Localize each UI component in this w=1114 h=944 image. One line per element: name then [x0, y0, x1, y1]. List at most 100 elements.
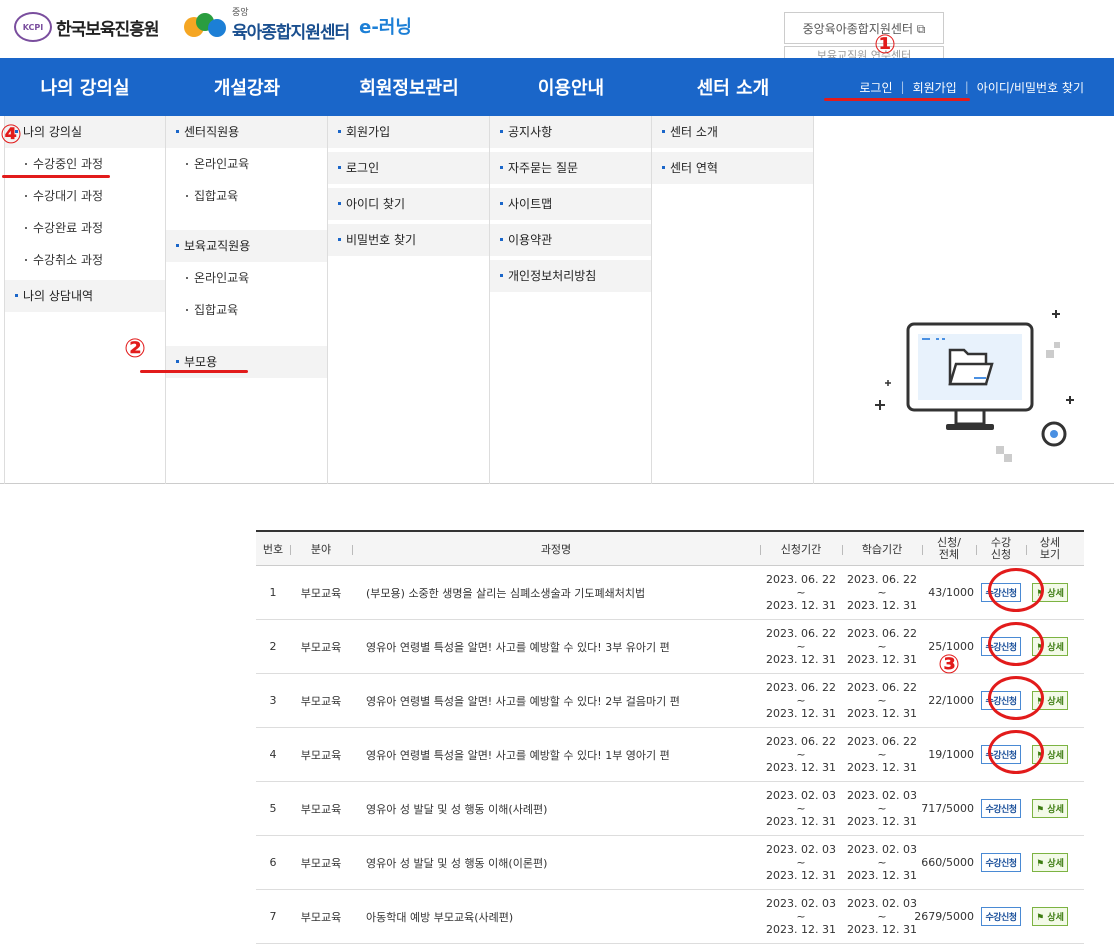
study-start: 2023. 06. 22 — [847, 627, 917, 640]
menu-center-history[interactable]: 센터 연혁 — [652, 152, 813, 184]
period-tilde: ~ — [877, 586, 887, 599]
row-field: 부모교육 — [300, 640, 342, 654]
row-title[interactable]: 영유아 연령별 특성을 알면! 사고를 예방할 수 있다! 2부 걸음마기 편 — [352, 674, 760, 727]
nav-member-info[interactable]: 회원정보관리 — [328, 58, 490, 116]
study-end: 2023. 12. 31 — [847, 653, 917, 666]
menu-find-pw[interactable]: 비밀번호 찾기 — [328, 224, 489, 256]
center-site-link[interactable]: 중앙육아종합지원센터 ⧉ — [784, 12, 944, 44]
auth-links: 로그인 | 회원가입 | 아이디/비밀번호 찾기 — [859, 58, 1084, 116]
apply-start: 2023. 02. 03 — [766, 897, 836, 910]
menu-cancelled[interactable]: 수강취소 과정 — [5, 244, 165, 276]
study-start: 2023. 02. 03 — [847, 789, 917, 802]
row-study-period: 2023. 06. 22 ~2023. 12. 31 — [842, 620, 922, 673]
login-link[interactable]: 로그인 — [859, 79, 892, 96]
detail-label: 상세 — [1047, 643, 1064, 653]
study-start: 2023. 02. 03 — [847, 843, 917, 856]
kcpi-logo-text: 한국보육진흥원 — [56, 19, 159, 40]
center-logo[interactable]: 중앙 육아종합지원센터 e-러닝 — [184, 8, 412, 43]
apply-end: 2023. 12. 31 — [766, 599, 836, 612]
link-separator: | — [964, 80, 969, 94]
row-study-period: 2023. 02. 03 ~2023. 12. 31 — [842, 890, 922, 943]
row-no: 7 — [269, 910, 277, 923]
apply-end: 2023. 12. 31 — [766, 923, 836, 936]
menu-center-about[interactable]: 센터 소개 — [652, 116, 813, 148]
row-count: 19/1000 — [928, 748, 974, 761]
apply-button[interactable]: 수강신청 — [981, 853, 1021, 872]
menu-childcare-staff[interactable]: 보육교직원용 — [166, 230, 327, 262]
apply-start: 2023. 06. 22 — [766, 681, 836, 694]
th-no: 번호 — [262, 542, 284, 556]
th-apply-period: 신청기간 — [760, 532, 842, 565]
row-title[interactable]: 영유아 연령별 특성을 알면! 사고를 예방할 수 있다! 3부 유아기 편 — [352, 620, 760, 673]
period-tilde: ~ — [877, 910, 887, 923]
period-tilde: ~ — [796, 802, 806, 815]
row-field: 부모교육 — [300, 748, 342, 762]
table-row: 5 부모교육 영유아 성 발달 및 성 행동 이해(사례편) 2023. 02. 03… — [256, 782, 1084, 836]
detail-label: 상세 — [1047, 751, 1064, 761]
kcpi-logo[interactable]: KCPI 한국보육진흥원 — [14, 12, 159, 42]
row-field: 부모교육 — [300, 802, 342, 816]
menu-staff-online[interactable]: 온라인교육 — [166, 148, 327, 180]
menu-childcare-online[interactable]: 온라인교육 — [166, 262, 327, 294]
nav-my-classroom[interactable]: 나의 강의실 — [0, 58, 170, 116]
menu-waiting[interactable]: 수강대기 과정 — [5, 180, 165, 212]
annotation-ring-row4 — [988, 730, 1044, 774]
row-detail-cell: ⚑ 상세 — [1026, 890, 1074, 943]
menu-childcare-group[interactable]: 집합교육 — [166, 294, 327, 326]
study-start: 2023. 06. 22 — [847, 735, 917, 748]
menu-notice[interactable]: 공지사항 — [490, 116, 651, 148]
nav-center-intro[interactable]: 센터 소개 — [652, 58, 814, 116]
nav-guide[interactable]: 이용안내 — [490, 58, 652, 116]
apply-button[interactable]: 수강신청 — [981, 799, 1021, 818]
link-separator: | — [900, 80, 905, 94]
menu-col-guide: 공지사항 자주묻는 질문 사이트맵 이용약관 개인정보처리방침 — [490, 116, 652, 484]
center-logo-small: 중앙 — [232, 8, 249, 18]
row-title[interactable]: 영유아 성 발달 및 성 행동 이해(이론편) — [352, 836, 760, 889]
detail-button[interactable]: ⚑ 상세 — [1032, 907, 1068, 926]
row-title[interactable]: (부모용) 소중한 생명을 살리는 심폐소생술과 기도폐쇄처치법 — [352, 566, 760, 619]
menu-completed[interactable]: 수강완료 과정 — [5, 212, 165, 244]
menu-faq[interactable]: 자주묻는 질문 — [490, 152, 651, 184]
row-title[interactable]: 영유아 연령별 특성을 알면! 사고를 예방할 수 있다! 1부 영아기 편 — [352, 728, 760, 781]
detail-label: 상세 — [1047, 697, 1064, 707]
study-end: 2023. 12. 31 — [847, 707, 917, 720]
row-apply-period: 2023. 06. 22 ~2023. 12. 31 — [760, 620, 842, 673]
find-id-pw-link[interactable]: 아이디/비밀번호 찾기 — [977, 79, 1084, 96]
kcpi-badge-text: KCPI — [22, 22, 44, 32]
apply-button[interactable]: 수강신청 — [981, 907, 1021, 926]
row-count: 717/5000 — [921, 802, 974, 815]
detail-button[interactable]: ⚑ 상세 — [1032, 853, 1068, 872]
row-no: 4 — [269, 748, 277, 761]
table-body: 1 부모교육 (부모용) 소중한 생명을 살리는 심폐소생술과 기도폐쇄처치법 202… — [256, 566, 1084, 944]
th-count: 신청/ 전체 — [922, 532, 976, 565]
row-title[interactable]: 영유아 성 발달 및 성 행동 이해(사례편) — [352, 782, 760, 835]
elearning-text: e-러닝 — [359, 16, 412, 38]
top-header: KCPI 한국보육진흥원 중앙 육아종합지원센터 e-러닝 중앙육아종합지원센터… — [0, 0, 1114, 60]
menu-staff-group[interactable]: 집합교육 — [166, 180, 327, 212]
menu-login[interactable]: 로그인 — [328, 152, 489, 184]
menu-center-staff[interactable]: 센터직원용 — [166, 116, 327, 148]
row-title[interactable]: 아동학대 예방 부모교육(사례편) — [352, 890, 760, 943]
th-study-period: 학습기간 — [842, 532, 922, 565]
row-apply-period: 2023. 02. 03 ~2023. 12. 31 — [760, 782, 842, 835]
apply-start: 2023. 06. 22 — [766, 573, 836, 586]
menu-sitemap[interactable]: 사이트맵 — [490, 188, 651, 220]
menu-find-id[interactable]: 아이디 찾기 — [328, 188, 489, 220]
detail-button[interactable]: ⚑ 상세 — [1032, 799, 1068, 818]
detail-label: 상세 — [1047, 859, 1064, 869]
table-row: 7 부모교육 아동학대 예방 부모교육(사례편) 2023. 02. 03 ~2023.… — [256, 890, 1084, 944]
menu-privacy[interactable]: 개인정보처리방침 — [490, 260, 651, 292]
row-study-period: 2023. 02. 03 ~2023. 12. 31 — [842, 836, 922, 889]
menu-terms[interactable]: 이용약관 — [490, 224, 651, 256]
menu-consult-history[interactable]: 나의 상담내역 — [5, 280, 165, 312]
menu-col-center: 센터 소개 센터 연혁 — [652, 116, 814, 484]
apply-start: 2023. 02. 03 — [766, 789, 836, 802]
table-row: 3 부모교육 영유아 연령별 특성을 알면! 사고를 예방할 수 있다! 2부 걸음… — [256, 674, 1084, 728]
menu-my-classroom[interactable]: 나의 강의실 — [5, 116, 165, 148]
annotation-underline-in-progress — [2, 175, 110, 178]
nav-courses[interactable]: 개설강좌 — [166, 58, 328, 116]
menu-signup[interactable]: 회원가입 — [328, 116, 489, 148]
menu-parents[interactable]: 부모용 — [166, 346, 327, 378]
row-apply-cell: 수강신청 — [976, 890, 1026, 943]
signup-link[interactable]: 회원가입 — [913, 79, 957, 96]
